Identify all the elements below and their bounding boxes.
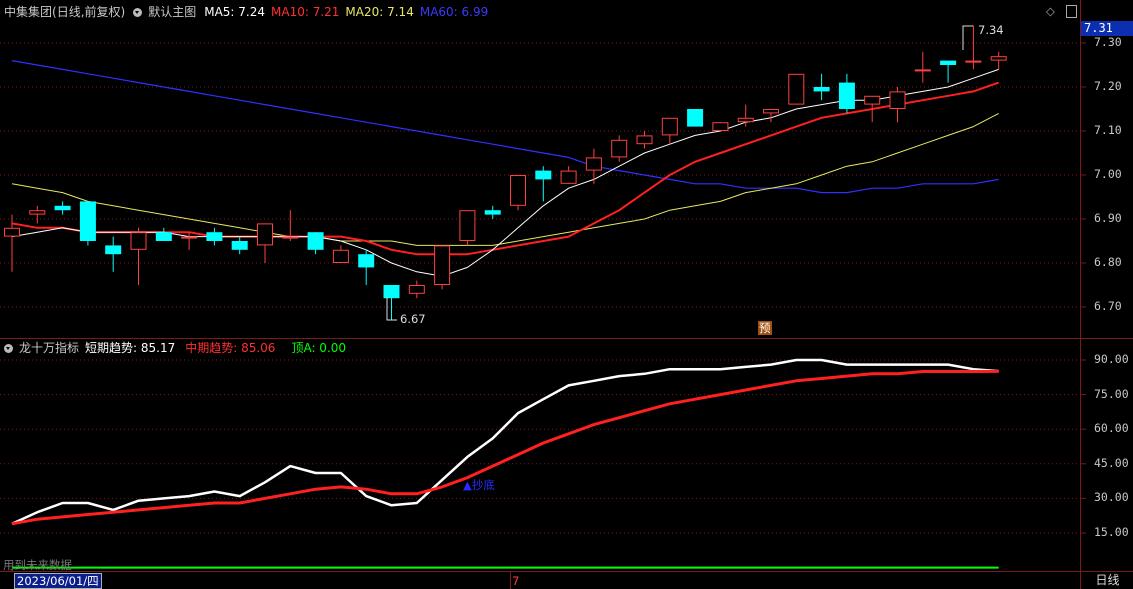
ma20-label: MA20: 7.14: [345, 5, 414, 19]
candle-body-up: [282, 236, 299, 239]
indicator-tick-label: 75.00: [1094, 386, 1129, 401]
candle-body-down: [231, 241, 248, 250]
date-cursor-label: 2023/06/01/四: [14, 573, 102, 589]
ma20-line: [11, 112, 999, 246]
short-trend-label: 短期趋势: 85.17: [85, 341, 176, 355]
candle-body-down: [358, 254, 375, 268]
candle-body-down: [383, 285, 400, 299]
price-tick-label: 7.30: [1094, 35, 1122, 49]
low-price-label: 6.67: [400, 312, 426, 326]
candle-body-down: [105, 245, 122, 255]
candle-body-up: [712, 122, 729, 131]
indicator-name[interactable]: 龙十万指标: [19, 341, 79, 355]
candle-body-down: [307, 232, 324, 250]
candle-body-up: [889, 91, 906, 110]
candle-body-down: [206, 232, 223, 241]
candle-body-up: [29, 210, 46, 215]
ma10-label: MA10: 7.21: [271, 5, 340, 19]
dropdown-circle-icon[interactable]: [133, 8, 143, 17]
price-tick-label: 7.20: [1094, 79, 1122, 93]
ma5-label: MA5: 7.24: [204, 5, 265, 19]
candle-body-up: [965, 60, 982, 63]
candle-body-down: [484, 210, 501, 215]
candle-body-down: [687, 109, 704, 127]
candle-body-up: [257, 223, 273, 246]
indicator-tick-label: 15.00: [1094, 525, 1129, 539]
ma60-label: MA60: 6.99: [419, 5, 489, 19]
candle-body-up: [560, 170, 577, 184]
candle-body-down: [54, 205, 71, 211]
candle-body-up: [130, 232, 147, 250]
ma60-line: [11, 60, 999, 194]
candle-body-up: [636, 135, 653, 145]
candle-body-up: [661, 117, 678, 136]
indicator-tick-label: 45.00: [1094, 455, 1129, 470]
candle-body-down: [79, 201, 96, 241]
candle-body-up: [788, 73, 805, 105]
candle-body-up: [763, 109, 779, 114]
candle-body-up: [408, 285, 425, 294]
panel-toggle-icon[interactable]: [1066, 5, 1077, 18]
month-tick: [510, 572, 511, 589]
dropdown-circle-icon[interactable]: [4, 344, 13, 353]
candle-body-down: [940, 60, 957, 65]
high-marker-line: [962, 25, 973, 50]
price-tick-label: 7.10: [1094, 123, 1122, 137]
candles[interactable]: [4, 25, 1007, 321]
current-price-tag: 7.31: [1081, 21, 1133, 36]
mid-trend-label: 中期趋势: 85.06: [185, 341, 276, 355]
price-tick-label: 6.70: [1094, 299, 1122, 313]
candle-body-down: [838, 82, 855, 109]
candle-body-up: [737, 117, 754, 123]
pre-badge[interactable]: 预: [758, 321, 772, 335]
indicator-tick-label: 30.00: [1094, 490, 1129, 505]
candle-body-up: [585, 157, 602, 171]
price-tick-label: 6.80: [1094, 255, 1122, 269]
candle-body-up: [181, 236, 198, 239]
indicator-header: 龙十万指标 短期趋势: 85.17 中期趋势: 85.06 顶A: 0.00: [4, 340, 352, 356]
top-a-label: 顶A: 0.00: [291, 341, 347, 355]
candle-body-up: [864, 95, 881, 105]
stock-name: 中集集团: [4, 5, 53, 19]
candle-body-up: [434, 245, 451, 285]
indicator-tick-label: 60.00: [1094, 421, 1129, 436]
high-price-label: 7.34: [978, 23, 1004, 37]
candle-body-up: [611, 139, 628, 158]
future-data-notice: 用到未来数据: [3, 558, 72, 572]
buy-signal-label: ▲抄底: [463, 478, 495, 492]
candle-body-up: [459, 210, 476, 241]
period-tab[interactable]: 日线: [1080, 571, 1133, 589]
candle-body-up: [990, 56, 1007, 61]
candle-body-up: [914, 69, 931, 72]
short-trend-line: [11, 358, 999, 525]
period-label: (日线,前复权): [52, 5, 126, 19]
candle-body-down: [535, 170, 552, 180]
month-mark: 7: [512, 574, 520, 588]
stock-chart[interactable]: [0, 0, 1133, 589]
price-header: 中集集团(日线,前复权) 默认主图 MA5: 7.24 MA10: 7.21 MA20:…: [4, 4, 494, 20]
main-chart-label[interactable]: 默认主图: [148, 5, 196, 19]
price-tick-label: 6.90: [1094, 211, 1122, 225]
candle-body-up: [510, 175, 526, 206]
indicator-tick-label: 90.00: [1094, 352, 1129, 366]
price-tick-label: 7.00: [1094, 167, 1122, 181]
candle-body-down: [155, 232, 172, 241]
candle-body-down: [813, 87, 830, 92]
diamond-icon[interactable]: ◇: [1046, 4, 1055, 18]
candle-body-up: [332, 249, 349, 264]
candle-body-up: [4, 227, 20, 237]
